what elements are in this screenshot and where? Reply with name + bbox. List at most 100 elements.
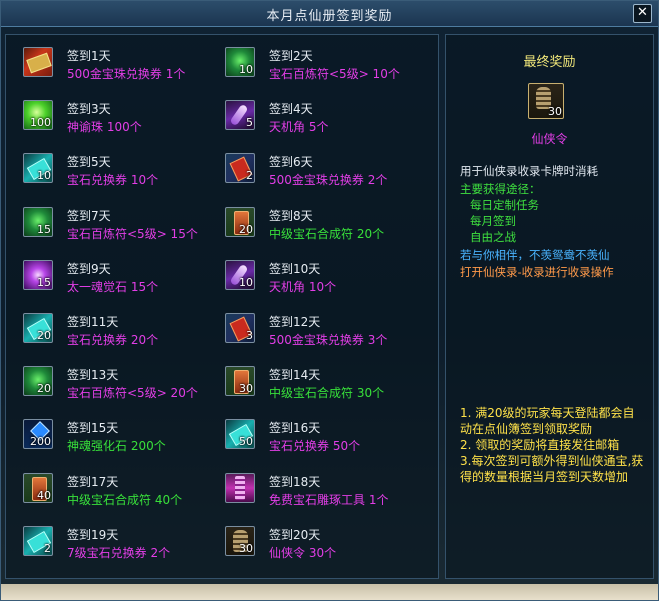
checkin-day-item[interactable]: 100 签到3天神谕珠 100个: [23, 100, 223, 140]
reward-label: 宝石兑换券 20个: [67, 333, 159, 347]
final-reward-name: 仙侠令: [531, 132, 568, 146]
scroll-icon[interactable]: 40: [23, 472, 53, 503]
carving-tool-icon[interactable]: [225, 472, 255, 503]
window-title: 本月点仙册签到奖励: [266, 9, 393, 24]
item-qty: 100: [30, 116, 51, 130]
jade-talisman-icon[interactable]: 10: [225, 47, 255, 77]
checkin-day-item[interactable]: 2 签到6天 500金宝珠兑换券 2个: [225, 153, 425, 193]
item-qty: 20: [37, 329, 51, 342]
heaven-horn-icon[interactable]: 5: [225, 100, 255, 131]
reward-label: 神谕珠 100个: [67, 120, 142, 135]
reward-label: 神魂强化石 200个: [67, 439, 166, 454]
item-qty: 50: [239, 435, 253, 449]
rule-line: 动在点仙簿签到领取奖励: [460, 422, 593, 436]
reward-label: 天机角 5个: [269, 120, 329, 135]
gold-ticket-icon[interactable]: 2: [225, 153, 255, 184]
checkin-day-item[interactable]: 50 签到16天宝石兑换券 50个: [225, 419, 425, 459]
checkin-day-item[interactable]: 签到18天 免费宝石雕琢工具 1个: [225, 472, 425, 513]
checkin-day-label: 签到7天: [67, 208, 111, 223]
checkin-day-label: 签到16天: [269, 421, 321, 436]
oracle-orb-icon[interactable]: 100: [23, 100, 53, 131]
reward-label: 中级宝石合成符 40个: [67, 492, 183, 507]
checkin-day-item[interactable]: 10 签到5天宝石兑换券 10个: [23, 153, 223, 193]
checkin-day-item[interactable]: 5 签到4天天机角 5个: [225, 100, 425, 140]
checkin-day-item[interactable]: 10 签到2天 宝石百炼符<5级> 10个: [225, 47, 425, 87]
item-qty: 20: [37, 382, 51, 396]
rule-line: 3.每次签到可额外得到仙侠通宝,获: [460, 454, 644, 468]
checkin-day-label: 签到1天: [67, 49, 111, 63]
checkin-reward-window: 本月点仙册签到奖励 ✕ 签到1天 500金宝珠兑换券 1个 10 签到2天 宝石百炼符<…: [0, 0, 659, 601]
checkin-day-label: 签到3天: [67, 102, 111, 117]
checkin-day-item[interactable]: 签到1天 500金宝珠兑换券 1个: [23, 47, 223, 87]
checkin-day-label: 签到5天: [67, 155, 111, 170]
checkin-day-label: 签到8天: [269, 208, 313, 223]
checkin-day-label: 签到6天: [269, 155, 313, 170]
reward-label: 免费宝石雕琢工具 1个: [269, 492, 389, 507]
rules-text-block: 1. 满20级的玩家每天登陆都会自 动在点仙簿签到领取奖励 2. 领取的奖励将直…: [460, 405, 650, 485]
checkin-day-label: 签到9天: [67, 261, 111, 276]
checkin-day-item[interactable]: 3 签到12天 500金宝珠兑换券 3个: [225, 313, 425, 353]
bottom-strip: [1, 584, 658, 600]
blue-crystal-icon[interactable]: 200: [23, 419, 53, 450]
checkin-day-item[interactable]: 20 签到8天中级宝石合成符 20个: [225, 206, 425, 247]
gem-ticket-icon[interactable]: 2: [23, 525, 53, 556]
checkin-day-item[interactable]: 10 签到10天 天机角 10个: [225, 259, 425, 300]
checkin-day-item[interactable]: 20 签到13天 宝石百炼符<5级> 20个: [23, 366, 223, 406]
reward-label: 宝石兑换券 10个: [67, 173, 159, 188]
title-bar[interactable]: 本月点仙册签到奖励 ✕: [1, 1, 658, 27]
close-button[interactable]: ✕: [633, 4, 652, 23]
jade-talisman-icon[interactable]: 20: [23, 366, 53, 397]
checkin-day-label: 签到4天: [269, 102, 313, 117]
item-usage-text: 用于仙侠录收录卡牌时消耗: [460, 164, 598, 178]
rule-line: 得的数量根据当月签到天数增加: [460, 470, 629, 484]
soul-stone-icon[interactable]: 15: [23, 259, 53, 290]
checkin-day-item[interactable]: 30 签到14天中级宝石合成符 30个: [225, 366, 425, 406]
final-reward-slot[interactable]: 30: [528, 83, 564, 119]
checkin-day-item[interactable]: 15 签到7天宝石百炼符<5级> 15个: [23, 206, 223, 247]
checkin-day-item[interactable]: 40 签到17天中级宝石合成符 40个: [23, 472, 223, 513]
reward-label: 宝石百炼符<5级> 10个: [269, 67, 400, 81]
reward-label: 500金宝珠兑换券 2个: [269, 173, 388, 188]
final-reward-qty: 30: [548, 105, 562, 118]
rule-line: 1. 满20级的玩家每天登陆都会自: [460, 406, 635, 420]
heaven-horn-icon[interactable]: 10: [225, 259, 255, 290]
item-qty: 30: [239, 382, 253, 396]
checkin-day-label: 签到19天: [67, 527, 119, 542]
reward-label: 中级宝石合成符 20个: [269, 226, 385, 241]
item-qty: 200: [30, 435, 51, 449]
gold-ticket-icon[interactable]: [23, 47, 53, 77]
checkin-day-item[interactable]: 30 签到20天仙侠令 30个: [225, 525, 425, 566]
final-reward-panel: 最终奖励 30 仙侠令 用于仙侠录收录卡牌时消耗 主要获得途径： 每日定制任务 …: [445, 34, 654, 579]
reward-label: 宝石兑换券 50个: [269, 439, 361, 454]
checkin-day-item[interactable]: 20 签到11天宝石兑换券 20个: [23, 313, 223, 353]
checkin-day-label: 签到20天: [269, 527, 321, 542]
reward-label: 500金宝珠兑换券 3个: [269, 333, 388, 347]
checkin-day-label: 签到10天: [269, 261, 321, 276]
item-qty: 15: [37, 222, 51, 236]
checkin-day-label: 签到14天: [269, 368, 321, 383]
item-qty: 5: [246, 116, 253, 130]
checkin-day-item[interactable]: 15 签到9天 太一魂觉石 15个: [23, 259, 223, 300]
item-qty: 20: [239, 222, 253, 236]
checkin-day-label: 签到11天: [67, 315, 119, 329]
checkin-day-item[interactable]: 2 签到19天 7级宝石兑换券 2个: [23, 525, 223, 566]
reward-label: 中级宝石合成符 30个: [269, 386, 385, 401]
gold-ticket-icon[interactable]: 3: [225, 313, 255, 343]
item-qty: 40: [37, 488, 51, 502]
reward-label: 仙侠令 30个: [269, 545, 337, 560]
checkin-day-item[interactable]: 200 签到15天 神魂强化石 200个: [23, 419, 223, 459]
reward-label: 宝石百炼符<5级> 15个: [67, 226, 198, 241]
gem-ticket-icon[interactable]: 20: [23, 313, 53, 343]
xianxia-token-icon[interactable]: 30: [528, 83, 564, 119]
daily-rewards-panel: 签到1天 500金宝珠兑换券 1个 10 签到2天 宝石百炼符<5级> 10个 100 签到…: [5, 34, 439, 579]
jade-talisman-icon[interactable]: 15: [23, 206, 53, 237]
gem-ticket-icon[interactable]: 50: [225, 419, 255, 450]
gem-ticket-icon[interactable]: 10: [23, 153, 53, 184]
obtain-way-monthly-checkin: 每月签到: [470, 214, 516, 228]
xianxia-token-icon[interactable]: 30: [225, 525, 255, 556]
checkin-day-label: 签到17天: [67, 474, 119, 489]
reward-label: 宝石百炼符<5级> 20个: [67, 386, 198, 401]
scroll-icon[interactable]: 20: [225, 206, 255, 237]
scroll-icon[interactable]: 30: [225, 366, 255, 397]
obtain-way-daily-task: 每日定制任务: [470, 198, 539, 212]
